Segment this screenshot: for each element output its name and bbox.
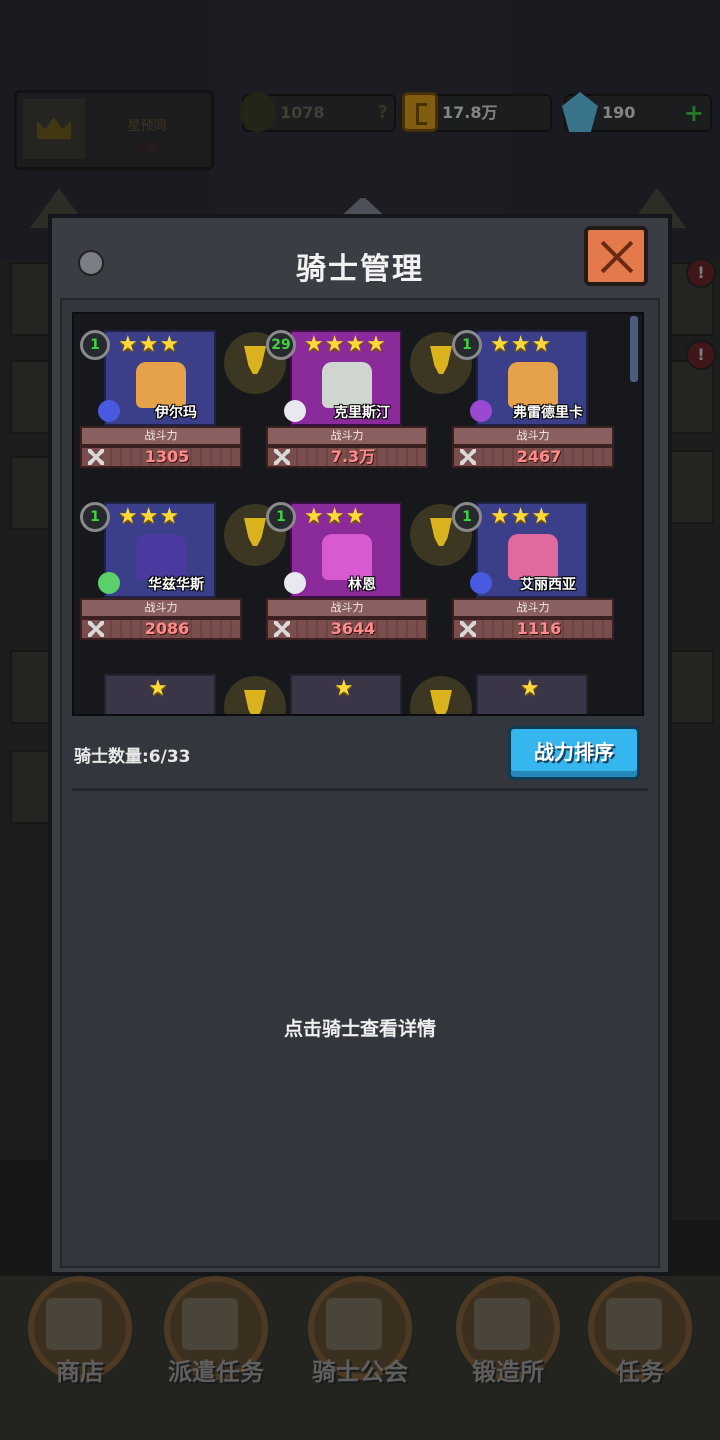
knight-card[interactable]: 1 ★★★ 华兹华斯 战斗力 2086 <box>76 502 242 642</box>
power-value: 7.3万 <box>330 447 376 466</box>
lightning-element-icon <box>98 400 120 422</box>
power-bar: 1116 <box>452 618 614 640</box>
nav-dispatch[interactable]: 派遣任务 <box>144 1276 288 1396</box>
power-label: 战斗力 <box>266 598 428 618</box>
nav-shop[interactable]: 商店 <box>8 1276 152 1396</box>
level-badge: 1 <box>452 330 482 360</box>
power-label: 战斗力 <box>452 598 614 618</box>
knight-icon <box>326 1298 382 1350</box>
detail-hint: 点击骑士查看详情 <box>283 1018 436 1040</box>
power-bar: 1305 <box>80 446 242 468</box>
crossed-swords-icon <box>274 449 290 465</box>
power-value: 1305 <box>144 447 190 466</box>
wing-element-icon <box>284 400 306 422</box>
lightning-element-icon <box>470 572 492 594</box>
level-badge: 29 <box>266 330 296 360</box>
star-rating: ★ <box>520 676 541 701</box>
sort-by-power-button[interactable]: 战力排序 <box>508 726 640 780</box>
grid-scrollbar[interactable] <box>630 316 638 382</box>
nav-knight-guild[interactable]: 骑士公会 <box>288 1276 432 1396</box>
power-value: 2086 <box>144 619 190 638</box>
power-value: 3644 <box>330 619 376 638</box>
close-button[interactable] <box>584 226 648 286</box>
power-value: 2467 <box>516 447 562 466</box>
knight-name: 艾丽西亚 <box>520 577 576 593</box>
star-rating: ★ <box>334 676 355 701</box>
nav-label: 骑士公会 <box>312 1358 408 1386</box>
star-rating: ★★★★ <box>304 332 387 357</box>
shop-icon <box>46 1298 102 1350</box>
power-bar: 2467 <box>452 446 614 468</box>
knight-card[interactable]: 1 ★★★ 艾丽西亚 战斗力 1116 <box>448 502 614 642</box>
power-label: 战斗力 <box>266 426 428 446</box>
nav-label: 锻造所 <box>472 1358 544 1386</box>
crossed-swords-icon <box>460 621 476 637</box>
knight-name: 克里斯汀 <box>334 405 390 421</box>
star-rating: ★ <box>148 676 169 701</box>
power-label: 战斗力 <box>80 598 242 618</box>
power-label: 战斗力 <box>452 426 614 446</box>
bottom-navigation: 商店 派遣任务 骑士公会 锻造所 任务 <box>0 1276 720 1440</box>
crossed-swords-icon <box>88 449 104 465</box>
level-badge: 1 <box>80 502 110 532</box>
nav-quests[interactable]: 任务 <box>568 1276 712 1396</box>
nav-label: 派遣任务 <box>168 1358 264 1386</box>
knight-card[interactable]: ★ <box>448 674 610 714</box>
knight-card[interactable]: 1 ★★★ 弗雷德里卡 战斗力 2467 <box>448 330 614 470</box>
leaf-element-icon <box>98 572 120 594</box>
crossed-swords-icon <box>88 621 104 637</box>
knight-name: 弗雷德里卡 <box>513 405 583 421</box>
power-bar: 2086 <box>80 618 242 640</box>
star-rating: ★★★ <box>490 504 553 529</box>
level-badge: 1 <box>266 502 296 532</box>
power-bar: 7.3万 <box>266 446 428 468</box>
knight-name: 伊尔玛 <box>155 405 197 421</box>
knight-card[interactable]: 1 ★★★ 伊尔玛 战斗力 1305 <box>76 330 242 470</box>
logs-icon <box>182 1298 238 1350</box>
knight-card[interactable]: 1 ★★★ 林恩 战斗力 3644 <box>262 502 428 642</box>
wing-element-icon <box>284 572 306 594</box>
knight-card[interactable]: ★ <box>262 674 424 714</box>
crossed-swords-icon <box>460 449 476 465</box>
power-bar: 3644 <box>266 618 428 640</box>
crossed-swords-icon <box>274 621 290 637</box>
nav-forge[interactable]: 锻造所 <box>436 1276 580 1396</box>
knight-name: 林恩 <box>348 577 376 593</box>
nav-label: 商店 <box>56 1358 104 1386</box>
knight-grid[interactable]: 1 ★★★ 伊尔玛 战斗力 1305 29 ★★★★ 克里斯汀 战斗力 7.3万… <box>72 312 644 716</box>
power-value: 1116 <box>516 619 562 638</box>
star-rating: ★★★ <box>118 504 181 529</box>
panel-title: 骑士管理 <box>296 252 424 287</box>
knight-name: 华兹华斯 <box>148 577 204 593</box>
knight-count: 骑士数量:6/33 <box>74 747 191 767</box>
star-rating: ★★★ <box>304 504 367 529</box>
knight-card[interactable]: ★ <box>76 674 238 714</box>
dark-element-icon <box>470 400 492 422</box>
divider <box>72 788 648 791</box>
knight-card[interactable]: 29 ★★★★ 克里斯汀 战斗力 7.3万 <box>262 330 428 470</box>
star-rating: ★★★ <box>490 332 553 357</box>
level-badge: 1 <box>452 502 482 532</box>
anvil-icon <box>474 1298 530 1350</box>
nav-label: 任务 <box>616 1358 664 1386</box>
star-rating: ★★★ <box>118 332 181 357</box>
level-badge: 1 <box>80 330 110 360</box>
scroll-icon <box>606 1298 662 1350</box>
power-label: 战斗力 <box>80 426 242 446</box>
